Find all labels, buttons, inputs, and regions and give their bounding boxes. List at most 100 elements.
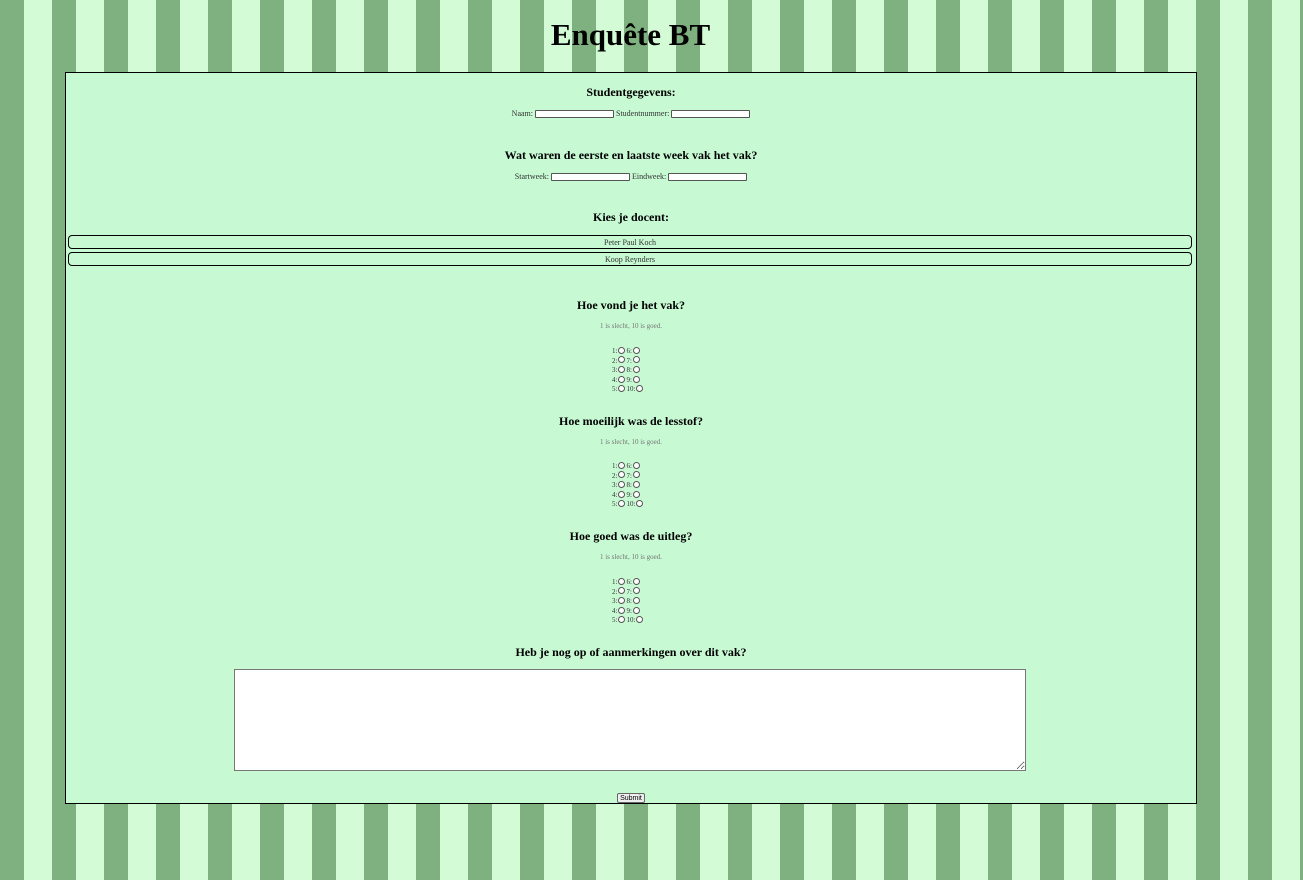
student-number-input[interactable] <box>671 110 751 119</box>
teacher-heading: Kies je docent: <box>593 210 669 224</box>
question-2-heading: Hoe moeilijk was de lesstof? <box>559 414 703 428</box>
student-fields: Naam: Studentnummer: <box>66 109 1196 119</box>
rating-label: 2: <box>612 587 618 596</box>
student-heading: Studentgegevens: <box>586 85 676 99</box>
rating-label: 10: <box>626 500 636 509</box>
rating-label: 5: <box>612 500 618 509</box>
rating-label: 5: <box>612 385 618 394</box>
question-2-radio-6[interactable] <box>632 461 640 469</box>
rating-row: 5: 10: <box>612 616 672 626</box>
rating-row: 3: 8: <box>612 481 672 491</box>
question-1-radio-3[interactable] <box>618 366 626 374</box>
rating-label: 9: <box>626 490 632 499</box>
question-3-radio-2[interactable] <box>618 587 626 595</box>
rating-label: 7: <box>626 471 632 480</box>
rating-row: 2: 7: <box>612 471 672 482</box>
start-week-label: Startweek: <box>514 172 549 181</box>
rating-label: 9: <box>626 606 632 615</box>
question-1-radio-8[interactable] <box>632 366 640 374</box>
rating-label: 2: <box>612 471 618 480</box>
question-2-hint: 1 is slecht, 10 is goed. <box>599 438 663 446</box>
question-3-radio-6[interactable] <box>632 577 640 585</box>
name-label: Naam: <box>511 109 533 118</box>
student-number-label: Studentnummer: <box>616 109 670 118</box>
rating-row: 1: 6: <box>612 346 672 357</box>
rating-row: 4: 9: <box>612 375 672 386</box>
rating-label: 8: <box>626 366 632 375</box>
question-1-radio-2[interactable] <box>618 356 626 364</box>
rating-row: 2: 7: <box>612 587 672 598</box>
rating-label: 4: <box>612 606 618 615</box>
rating-label: 3: <box>612 597 618 606</box>
rating-row: 1: 6: <box>612 577 672 588</box>
start-week-input[interactable] <box>551 173 630 182</box>
rating-row: 4: 9: <box>612 490 672 501</box>
rating-row: 5: 10: <box>612 500 672 510</box>
name-input[interactable] <box>535 110 614 119</box>
question-3-radio-9[interactable] <box>632 606 640 614</box>
rating-row: 4: 9: <box>612 606 672 617</box>
question-1-radio-10[interactable] <box>636 385 644 393</box>
rating-label: 6: <box>626 462 632 470</box>
question-3-radio-1[interactable] <box>618 577 626 585</box>
question-3-radio-3[interactable] <box>618 597 626 605</box>
question-3-rating: 1: 6: 2: 7: 3: 8: 4: 9: 5: 10: <box>612 577 672 626</box>
comments-heading: Heb je nog op of aanmerkingen over dit v… <box>515 645 747 659</box>
question-2-radio-9[interactable] <box>632 490 640 498</box>
rating-label: 1: <box>612 462 618 470</box>
rating-row: 5: 10: <box>612 385 672 395</box>
question-3-radio-4[interactable] <box>618 606 626 614</box>
question-2-radio-8[interactable] <box>632 481 640 489</box>
question-2-radio-7[interactable] <box>632 471 640 479</box>
end-week-input[interactable] <box>668 173 748 182</box>
question-2-radio-10[interactable] <box>636 500 644 508</box>
rating-label: 4: <box>612 375 618 384</box>
question-2-radio-3[interactable] <box>618 481 626 489</box>
question-1-radio-7[interactable] <box>632 356 640 364</box>
rating-label: 3: <box>612 481 618 490</box>
rating-label: 5: <box>612 616 618 625</box>
rating-label: 2: <box>612 356 618 365</box>
question-3-hint: 1 is slecht, 10 is goed. <box>599 553 663 561</box>
question-1-rating: 1: 6: 2: 7: 3: 8: 4: 9: 5: 10: <box>612 346 672 395</box>
teacher-option-peter-paul-koch[interactable]: Peter Paul Koch <box>68 235 1192 249</box>
rating-label: 8: <box>626 597 632 606</box>
question-3-radio-5[interactable] <box>618 616 626 624</box>
rating-row: 1: 6: <box>612 461 672 472</box>
question-1-hint: 1 is slecht, 10 is goed. <box>599 322 663 330</box>
rating-row: 3: 8: <box>612 597 672 607</box>
question-2-radio-5[interactable] <box>618 500 626 508</box>
rating-row: 2: 7: <box>612 356 672 367</box>
rating-label: 1: <box>612 578 618 586</box>
comments-textarea[interactable] <box>234 669 1026 771</box>
rating-label: 4: <box>612 490 618 499</box>
rating-label: 6: <box>626 347 632 355</box>
teacher-option-koop-reynders[interactable]: Koop Reynders <box>68 252 1192 266</box>
rating-label: 7: <box>626 356 632 365</box>
question-2-radio-2[interactable] <box>618 471 626 479</box>
question-1-heading: Hoe vond je het vak? <box>577 298 685 312</box>
weeks-fields: Startweek: Eindweek: <box>66 172 1196 182</box>
survey-form: Studentgegevens: Naam: Studentnummer: Wa… <box>65 72 1197 804</box>
question-1-radio-5[interactable] <box>618 385 626 393</box>
rating-label: 10: <box>626 616 636 625</box>
rating-label: 1: <box>612 347 618 355</box>
rating-label: 10: <box>626 385 636 394</box>
submit-button[interactable]: Submit <box>617 793 645 803</box>
weeks-heading: Wat waren de eerste en laatste week vak … <box>504 148 758 162</box>
question-3-radio-7[interactable] <box>632 587 640 595</box>
rating-row: 3: 8: <box>612 366 672 376</box>
question-3-radio-8[interactable] <box>632 597 640 605</box>
question-2-rating: 1: 6: 2: 7: 3: 8: 4: 9: 5: 10: <box>612 461 672 510</box>
question-1-radio-4[interactable] <box>618 375 626 383</box>
question-2-radio-4[interactable] <box>618 490 626 498</box>
question-2-radio-1[interactable] <box>618 461 626 469</box>
question-1-radio-1[interactable] <box>618 346 626 354</box>
question-3-radio-10[interactable] <box>636 616 644 624</box>
rating-label: 3: <box>612 366 618 375</box>
question-3-heading: Hoe goed was de uitleg? <box>569 529 693 543</box>
rating-label: 9: <box>626 375 632 384</box>
question-1-radio-9[interactable] <box>632 375 640 383</box>
question-1-radio-6[interactable] <box>632 346 640 354</box>
rating-label: 7: <box>626 587 632 596</box>
